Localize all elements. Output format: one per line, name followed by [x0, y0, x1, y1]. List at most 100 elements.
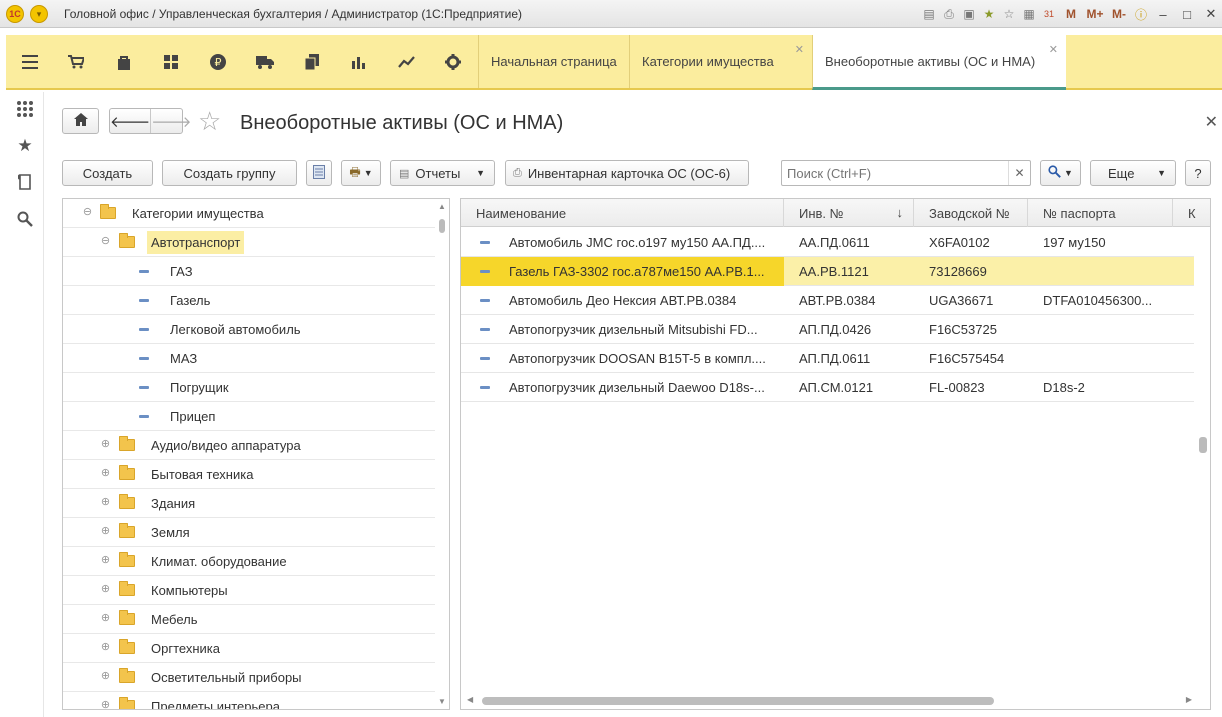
grid-icon[interactable] [160, 51, 182, 73]
create-group-button[interactable]: Создать группу [162, 160, 297, 186]
history-icon[interactable] [15, 172, 35, 192]
scroll-down-icon[interactable]: ▼ [438, 697, 446, 706]
expand-icon[interactable]: ⊕ [100, 700, 111, 710]
tab-home[interactable]: Начальная страница [478, 35, 629, 88]
tree-group-row[interactable]: ⊕ Климат. оборудование [63, 547, 435, 576]
table-vertical-scroll-thumb[interactable] [1199, 437, 1207, 453]
scroll-left-icon[interactable]: ◀ [467, 695, 473, 704]
save-icon[interactable]: ▤ [920, 5, 938, 23]
table-row-selected[interactable]: Газель ГАЗ-3302 гос.а787ме150 АА.РВ.1...… [461, 257, 1194, 286]
tree-root-row[interactable]: ⊖ Категории имущества [63, 199, 435, 228]
column-header-passport[interactable]: № паспорта [1028, 199, 1173, 227]
expand-icon[interactable]: ⊕ [100, 526, 111, 537]
tab-fixed-assets[interactable]: Внеоборотные активы (ОС и НМА) ✕ [812, 35, 1066, 90]
search-input[interactable] [782, 161, 1008, 185]
apps-grid-icon[interactable] [15, 99, 35, 119]
table-row[interactable]: Автопогрузчик дизельный Daewoo D18s-... … [461, 373, 1194, 402]
column-header-inv[interactable]: Инв. № ↓ [784, 199, 914, 227]
tab-close-icon[interactable]: ✕ [1049, 43, 1058, 56]
gear-icon[interactable] [442, 51, 464, 73]
scroll-thumb[interactable] [482, 697, 994, 705]
tree-group-row[interactable]: ⊕ Предметы интерьера [63, 692, 435, 710]
favorites-add-icon[interactable]: ★ [980, 5, 998, 23]
expand-icon[interactable]: ⊕ [100, 497, 111, 508]
tree-item-row[interactable]: Прицеп [63, 402, 435, 431]
tree-group-row[interactable]: ⊕ Осветительный приборы [63, 663, 435, 692]
maximize-icon[interactable]: □ [1176, 5, 1198, 23]
print-menu-button[interactable]: 🖶 ▼ [341, 160, 381, 186]
close-form-icon[interactable]: ✕ [1205, 112, 1218, 132]
tree-item-row[interactable]: МАЗ [63, 344, 435, 373]
info-icon[interactable]: ⓘ [1132, 5, 1150, 23]
main-menu-icon[interactable]: ▾ [30, 5, 48, 23]
tree-item-row[interactable]: Погрущик [63, 373, 435, 402]
memory-m-button[interactable]: M [1060, 5, 1082, 23]
favorites-star-icon[interactable]: ★ [15, 136, 35, 156]
table-row[interactable]: Автопогрузчик DOOSAN B15T-5 в компл.... … [461, 344, 1194, 373]
tree-group-row[interactable]: ⊕ Здания [63, 489, 435, 518]
tree-group-row[interactable]: ⊕ Компьютеры [63, 576, 435, 605]
create-button[interactable]: Создать [62, 160, 153, 186]
tree-group-row[interactable]: ⊕ Мебель [63, 605, 435, 634]
favorites-icon[interactable]: ☆ [1000, 5, 1018, 23]
memory-minus-button[interactable]: M- [1108, 5, 1130, 23]
back-arrow-icon[interactable]: 🡐 [110, 109, 150, 133]
minimize-icon[interactable]: – [1152, 5, 1174, 23]
expand-icon[interactable]: ⊕ [100, 439, 111, 450]
tree-group-row[interactable]: ⊖ Автотранспорт [63, 228, 435, 257]
print-icon[interactable]: ⎙ [940, 5, 958, 23]
add-to-favorites-icon[interactable]: ☆ [198, 108, 221, 134]
tab-close-icon[interactable]: ✕ [795, 43, 804, 56]
forward-arrow-icon[interactable]: 🡒 [150, 109, 191, 133]
scroll-thumb[interactable] [439, 219, 445, 233]
column-header-name[interactable]: Наименование [461, 199, 784, 227]
reports-button[interactable]: ▤ Отчеты ▼ [390, 160, 495, 186]
scroll-up-icon[interactable]: ▲ [438, 202, 446, 211]
column-header-serial[interactable]: Заводской № [914, 199, 1028, 227]
tree-item-row[interactable]: Газель [63, 286, 435, 315]
bag-icon[interactable] [113, 51, 135, 73]
tree-group-row[interactable]: ⊕ Земля [63, 518, 435, 547]
tree-scrollbar[interactable]: ▲ ▼ [435, 199, 449, 709]
ruble-icon[interactable]: ₽ [207, 51, 229, 73]
tree-group-row[interactable]: ⊕ Аудио/видео аппаратура [63, 431, 435, 460]
chart-bar-icon[interactable] [348, 51, 370, 73]
column-header-more[interactable]: К [1173, 199, 1210, 227]
tab-property-categories[interactable]: Категории имущества ✕ [629, 35, 812, 88]
help-button[interactable]: ? [1185, 160, 1211, 186]
collapse-icon[interactable]: ⊖ [82, 207, 93, 218]
list-mode-button[interactable] [306, 160, 332, 186]
calculator-icon[interactable]: ▦ [1020, 5, 1038, 23]
table-row[interactable]: Автомобиль JMC гос.о197 му150 АА.ПД.... … [461, 228, 1194, 257]
more-button[interactable]: Еще ▼ [1090, 160, 1176, 186]
expand-icon[interactable]: ⊕ [100, 642, 111, 653]
documents-icon[interactable] [301, 51, 323, 73]
search-icon[interactable] [15, 209, 35, 229]
tree-item-row[interactable]: ГАЗ [63, 257, 435, 286]
table-row[interactable]: Автомобиль Део Нексия АВТ.РВ.0384 АВТ.РВ… [461, 286, 1194, 315]
table-horizontal-scrollbar[interactable]: ◀ ▶ [461, 693, 1210, 709]
tree-item-row[interactable]: Легковой автомобиль [63, 315, 435, 344]
inventory-card-button[interactable]: ⎙ Инвентарная карточка ОС (ОС-6) [505, 160, 749, 186]
home-button[interactable] [62, 108, 99, 134]
expand-icon[interactable]: ⊕ [100, 671, 111, 682]
tree-group-row[interactable]: ⊕ Оргтехника [63, 634, 435, 663]
tree-group-row[interactable]: ⊕ Бытовая техника [63, 460, 435, 489]
memory-plus-button[interactable]: M+ [1084, 5, 1106, 23]
clear-search-icon[interactable]: ✕ [1008, 161, 1030, 185]
menu-icon[interactable] [19, 51, 41, 73]
trend-icon[interactable] [395, 51, 417, 73]
close-window-icon[interactable]: ✕ [1200, 5, 1222, 23]
expand-icon[interactable]: ⊕ [100, 584, 111, 595]
app-logo[interactable]: 1С [6, 5, 24, 23]
search-field[interactable]: ✕ [781, 160, 1031, 186]
expand-icon[interactable]: ⊕ [100, 613, 111, 624]
expand-icon[interactable]: ⊕ [100, 555, 111, 566]
collapse-icon[interactable]: ⊖ [100, 236, 111, 247]
cart-icon[interactable] [65, 51, 87, 73]
scroll-right-icon[interactable]: ▶ [1186, 695, 1192, 704]
preview-icon[interactable]: ▣ [960, 5, 978, 23]
truck-icon[interactable] [254, 51, 276, 73]
calendar-icon[interactable]: 31 [1040, 5, 1058, 23]
table-row[interactable]: Автопогрузчик дизельный Mitsubishi FD...… [461, 315, 1194, 344]
